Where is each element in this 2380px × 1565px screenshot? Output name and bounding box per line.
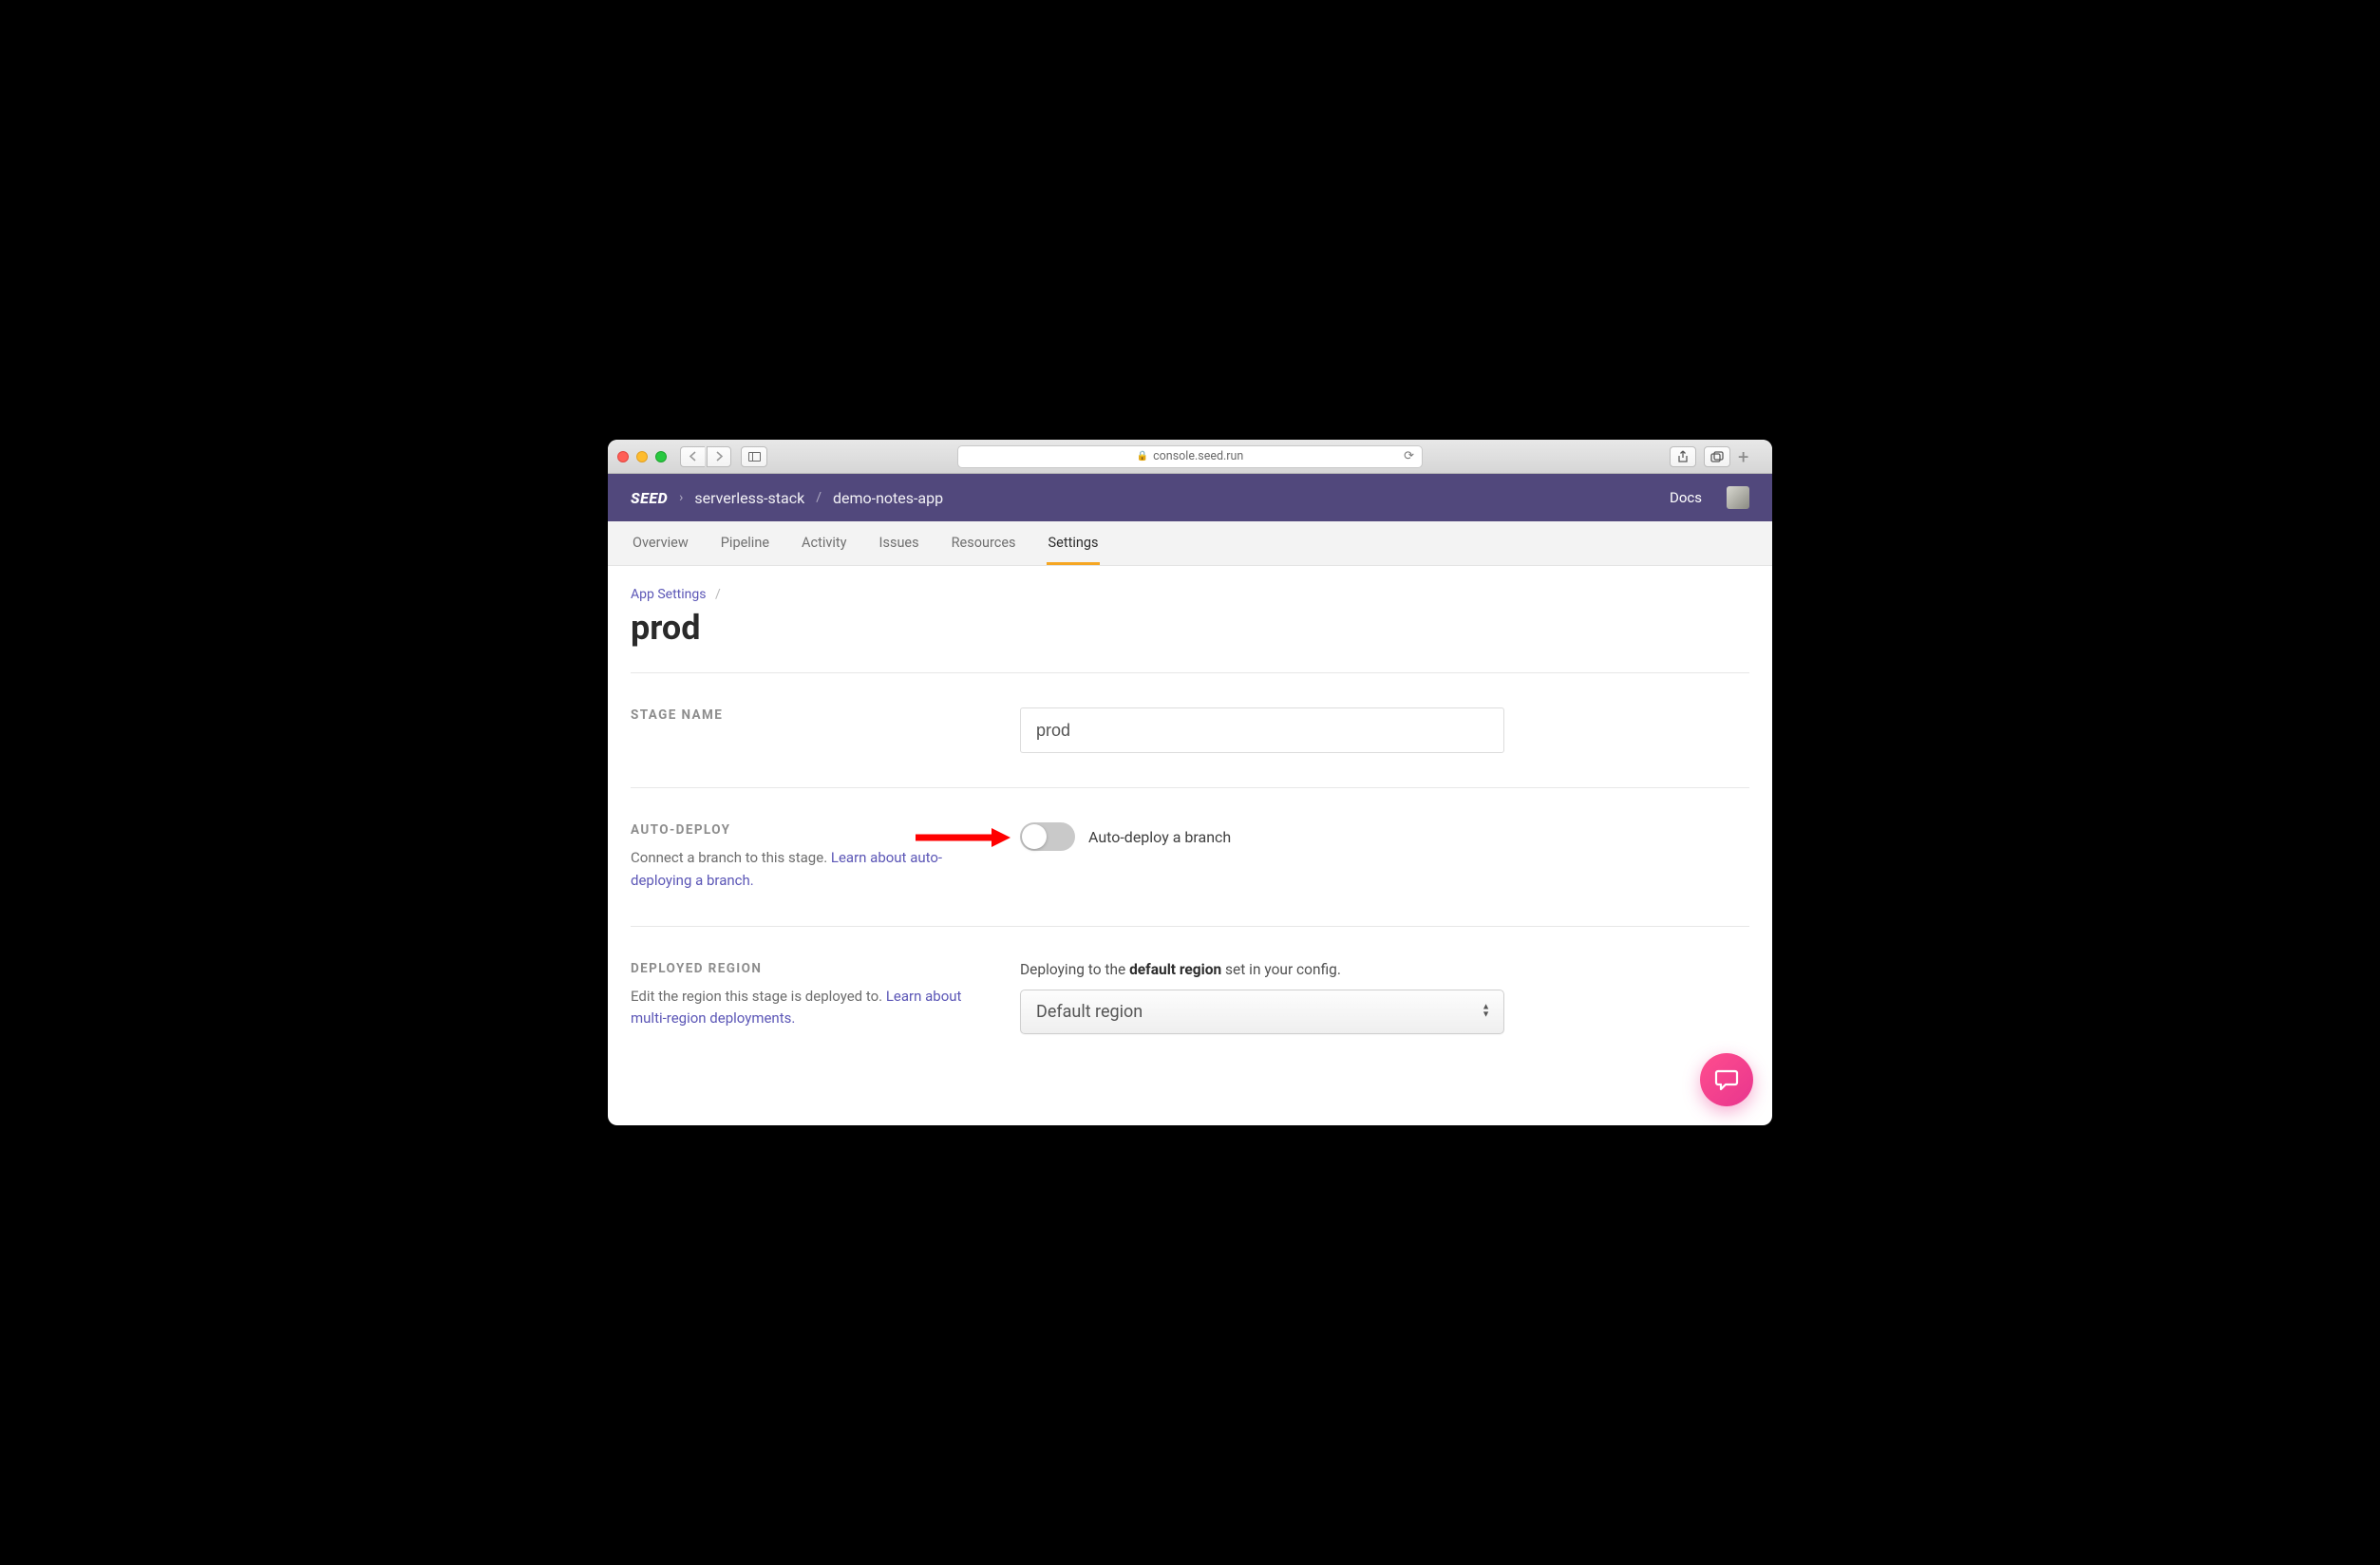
browser-sidebar-button[interactable] — [741, 446, 767, 467]
tabs-button[interactable] — [1704, 446, 1730, 467]
browser-titlebar: 🔒 console.seed.run ⟳ + — [608, 440, 1772, 474]
share-button[interactable] — [1670, 446, 1696, 467]
breadcrumb-parent[interactable]: App Settings — [631, 587, 706, 602]
deployed-region-label: DEPLOYED REGION — [631, 961, 992, 976]
section-stage-name: STAGE NAME — [631, 673, 1749, 788]
reload-icon[interactable]: ⟳ — [1404, 449, 1414, 463]
tab-resources[interactable]: Resources — [950, 521, 1018, 565]
logo[interactable]: SEED — [631, 489, 668, 507]
region-select[interactable]: Default region ▲▼ — [1020, 990, 1504, 1034]
breadcrumb-sep: / — [816, 490, 822, 505]
new-tab-button[interactable]: + — [1738, 445, 1763, 468]
select-caret-icon: ▲▼ — [1482, 1005, 1490, 1019]
window-controls — [617, 451, 667, 462]
hint-strong: default region — [1129, 961, 1221, 978]
breadcrumb: App Settings / — [631, 587, 1749, 602]
auto-deploy-toggle-label: Auto-deploy a branch — [1088, 828, 1231, 846]
deployed-region-desc: Edit the region this stage is deployed t… — [631, 986, 992, 1030]
region-select-value: Default region — [1036, 1002, 1143, 1022]
tab-issues[interactable]: Issues — [878, 521, 921, 565]
toggle-knob — [1022, 824, 1047, 849]
hint-suffix: set in your config. — [1221, 961, 1341, 978]
browser-forward-button[interactable] — [707, 446, 731, 467]
tab-overview[interactable]: Overview — [631, 521, 690, 565]
sidebar-icon — [748, 452, 761, 462]
deployed-region-hint: Deploying to the default region set in y… — [1020, 961, 1749, 978]
tabs: Overview Pipeline Activity Issues Resour… — [608, 521, 1772, 566]
tab-settings[interactable]: Settings — [1047, 521, 1101, 565]
stage-name-input[interactable] — [1020, 707, 1504, 753]
breadcrumb-app[interactable]: demo-notes-app — [833, 489, 943, 507]
browser-url-bar[interactable]: 🔒 console.seed.run ⟳ — [957, 445, 1423, 468]
page-title: prod — [631, 608, 1749, 648]
breadcrumb-slash: / — [715, 587, 721, 602]
content: App Settings / prod STAGE NAME AUTO-DEPL… — [608, 566, 1772, 1125]
minimize-window-button[interactable] — [636, 451, 648, 462]
close-window-button[interactable] — [617, 451, 629, 462]
url-text: console.seed.run — [1153, 449, 1243, 463]
maximize-window-button[interactable] — [655, 451, 667, 462]
avatar[interactable] — [1727, 486, 1749, 509]
stage-name-label: STAGE NAME — [631, 707, 992, 723]
arrow-annotation-icon — [916, 824, 1011, 853]
chevron-right-icon: › — [679, 490, 683, 505]
lock-icon: 🔒 — [1137, 451, 1148, 462]
docs-link[interactable]: Docs — [1670, 489, 1702, 506]
tab-activity[interactable]: Activity — [800, 521, 848, 565]
auto-deploy-desc-text: Connect a branch to this stage. — [631, 849, 831, 866]
section-auto-deploy: AUTO-DEPLOY Connect a branch to this sta… — [631, 788, 1749, 927]
section-deployed-region: DEPLOYED REGION Edit the region this sta… — [631, 927, 1749, 1068]
auto-deploy-desc: Connect a branch to this stage. Learn ab… — [631, 847, 992, 892]
breadcrumb-org[interactable]: serverless-stack — [694, 489, 804, 507]
app-header: SEED › serverless-stack / demo-notes-app… — [608, 474, 1772, 521]
chat-icon — [1714, 1068, 1739, 1091]
browser-back-button[interactable] — [680, 446, 705, 467]
chat-button[interactable] — [1700, 1053, 1753, 1106]
hint-prefix: Deploying to the — [1020, 961, 1129, 978]
deployed-region-desc-text: Edit the region this stage is deployed t… — [631, 988, 886, 1005]
auto-deploy-toggle[interactable] — [1020, 822, 1075, 851]
tab-pipeline[interactable]: Pipeline — [719, 521, 771, 565]
